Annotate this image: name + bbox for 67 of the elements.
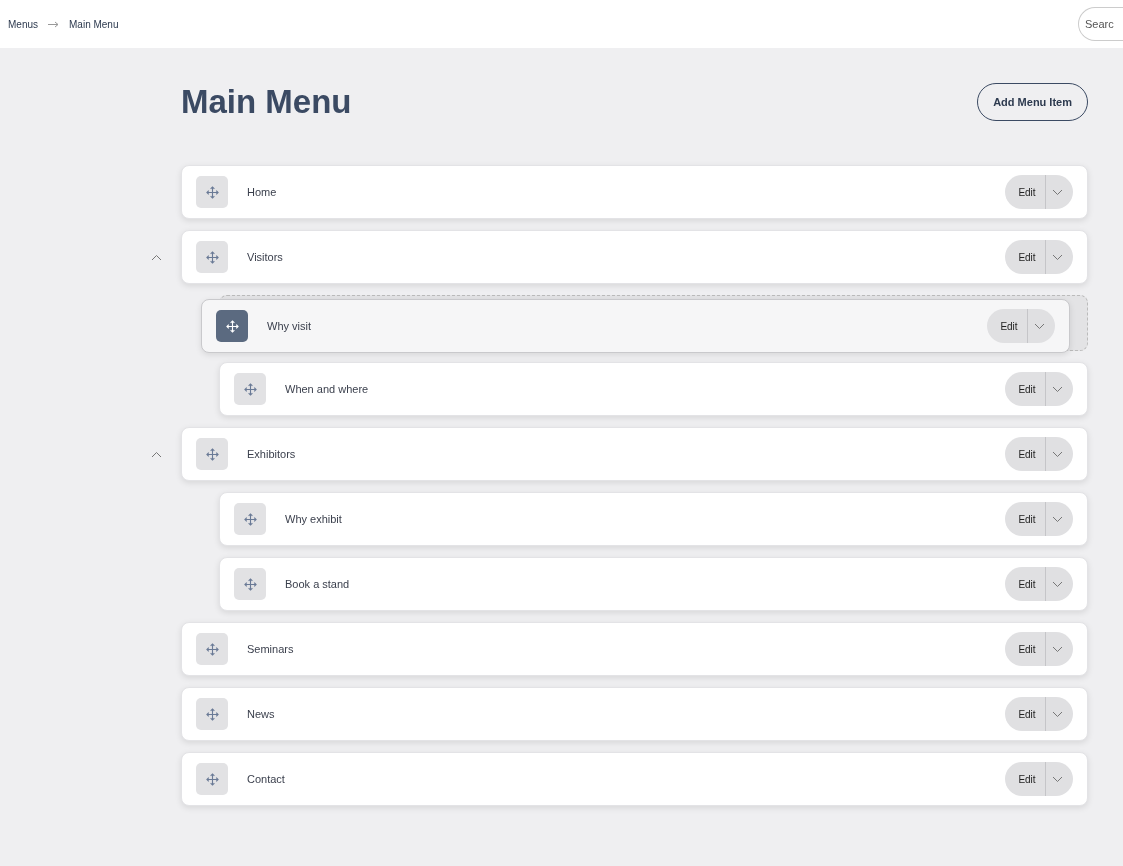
edit-button[interactable]: Edit: [1005, 240, 1045, 274]
menu-item-label: Contact: [247, 773, 286, 785]
menu-item-label: Why exhibit: [285, 513, 343, 525]
move-icon: [205, 772, 219, 786]
move-icon: [205, 250, 219, 264]
menu-item-card[interactable]: Book a stand Edit: [219, 557, 1088, 611]
chevron-down-icon: [1052, 515, 1063, 523]
search-field[interactable]: Searc: [1078, 7, 1123, 41]
chevron-down-icon: [1052, 645, 1063, 653]
menu-item-label: Exhibitors: [247, 448, 297, 460]
chevron-down-icon: [1052, 188, 1063, 196]
menu-item-card[interactable]: Contact Edit: [181, 752, 1088, 806]
menu-item-card[interactable]: Why visit Edit: [201, 299, 1070, 353]
drag-handle[interactable]: [234, 568, 266, 600]
drag-handle[interactable]: [196, 763, 228, 795]
drag-handle[interactable]: [234, 503, 266, 535]
move-icon: [205, 642, 219, 656]
chevron-up-icon: [150, 450, 162, 458]
drag-handle[interactable]: [196, 438, 228, 470]
menu-item-label: News: [247, 708, 276, 720]
page-title: Main Menu: [181, 83, 352, 121]
edit-button[interactable]: Edit: [1005, 175, 1045, 209]
edit-button[interactable]: Edit: [1005, 372, 1045, 406]
drag-handle[interactable]: [196, 241, 228, 273]
menu-item-label: When and where: [285, 383, 370, 395]
arrow-right-icon: [48, 20, 59, 28]
drag-handle[interactable]: [196, 698, 228, 730]
chevron-down-icon: [1052, 385, 1063, 393]
edit-button[interactable]: Edit: [1005, 567, 1045, 601]
menu-item-card[interactable]: News Edit: [181, 687, 1088, 741]
drag-handle[interactable]: [216, 310, 248, 342]
drag-handle[interactable]: [196, 633, 228, 665]
edit-button[interactable]: Edit: [1005, 437, 1045, 471]
chevron-down-icon: [1034, 322, 1045, 330]
edit-button[interactable]: Edit: [1005, 762, 1045, 796]
menu-item-label: Seminars: [247, 643, 295, 655]
breadcrumb-link[interactable]: Menus: [8, 18, 38, 30]
move-icon: [243, 577, 257, 591]
breadcrumb-link[interactable]: Main Menu: [69, 18, 119, 30]
menu-item-card[interactable]: Home Edit: [181, 165, 1088, 219]
move-icon: [205, 185, 219, 199]
menu-item-card[interactable]: Exhibitors Edit: [181, 427, 1088, 481]
edit-button[interactable]: Edit: [1005, 632, 1045, 666]
menu-item-card[interactable]: Seminars Edit: [181, 622, 1088, 676]
chevron-down-icon: [1052, 450, 1063, 458]
chevron-up-icon: [150, 253, 162, 261]
move-icon: [205, 707, 219, 721]
chevron-down-icon: [1052, 710, 1063, 718]
menu-item-card[interactable]: Why exhibit Edit: [219, 492, 1088, 546]
edit-button[interactable]: Edit: [1005, 502, 1045, 536]
menu-item-card[interactable]: When and where Edit: [219, 362, 1088, 416]
chevron-down-icon: [1052, 580, 1063, 588]
menu-item-label: Why visit: [267, 320, 312, 332]
move-icon: [205, 447, 219, 461]
drag-handle[interactable]: [234, 373, 266, 405]
edit-button[interactable]: Edit: [1005, 697, 1045, 731]
edit-button[interactable]: Edit: [987, 309, 1027, 343]
drag-handle[interactable]: [196, 176, 228, 208]
menu-item-label: Book a stand: [285, 578, 351, 590]
move-icon: [225, 319, 239, 333]
chevron-down-icon: [1052, 253, 1063, 261]
menu-item-label: Home: [247, 186, 278, 198]
move-icon: [243, 382, 257, 396]
move-icon: [243, 512, 257, 526]
chevron-down-icon: [1052, 775, 1063, 783]
menu-item-label: Visitors: [247, 251, 284, 263]
menu-item-card[interactable]: Visitors Edit: [181, 230, 1088, 284]
